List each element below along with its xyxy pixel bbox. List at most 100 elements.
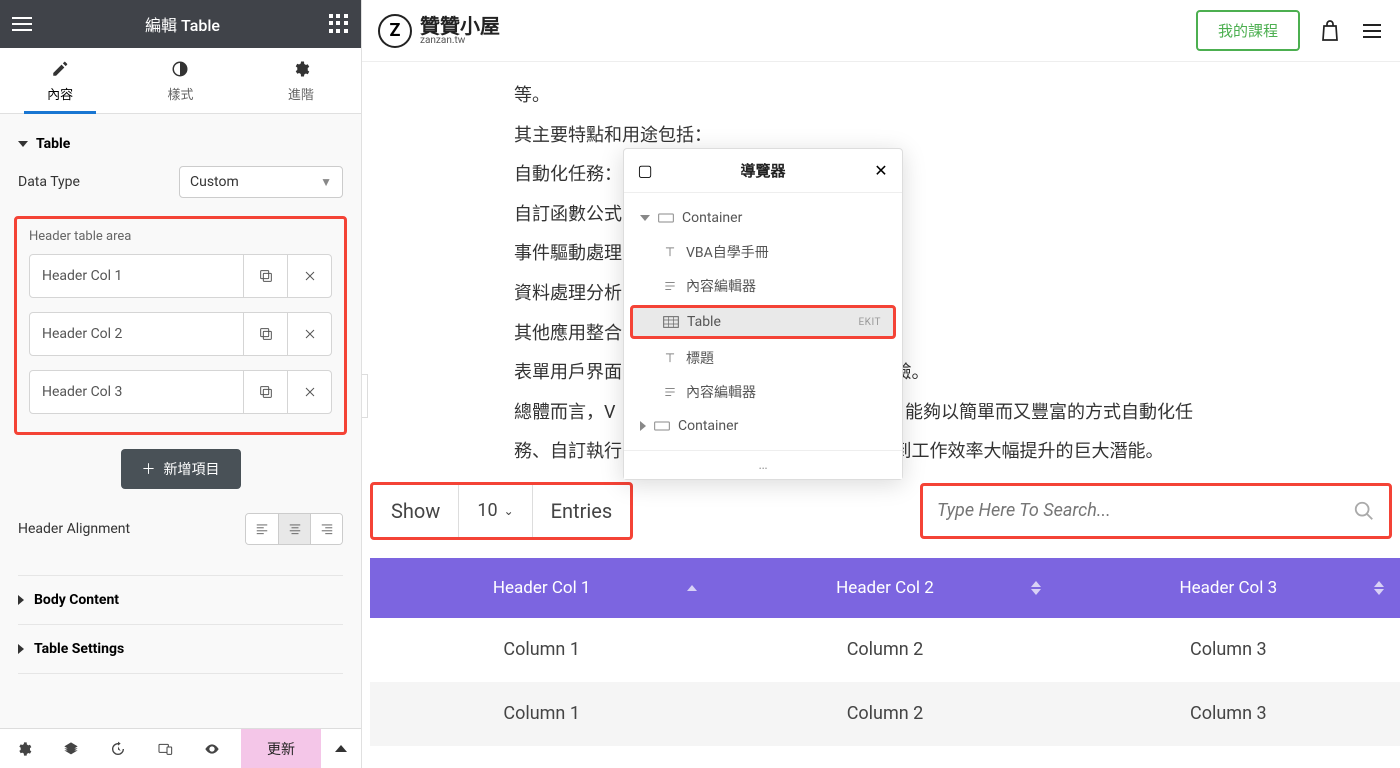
brand[interactable]: Z 贊贊小屋 zanzan.tw <box>378 14 500 48</box>
table-cell: Column 1 <box>370 618 713 682</box>
menu-icon[interactable] <box>1360 19 1384 43</box>
collapse-panel-button[interactable]: ‹ <box>362 374 368 418</box>
navigator-item[interactable]: Container <box>624 409 902 443</box>
section-table-header[interactable]: Table <box>18 126 343 166</box>
table-cell: Column 3 <box>1057 618 1400 682</box>
sidebar-header: 編輯 Table <box>0 0 361 48</box>
data-table: Header Col 1 Header Col 2 Header Col 3 C… <box>370 558 1400 746</box>
table-search <box>920 483 1392 539</box>
table-cell: Column 1 <box>370 682 713 746</box>
entries-select[interactable]: 10 ⌄ <box>459 485 532 537</box>
navigator-item[interactable]: 內容編輯器 <box>624 269 902 303</box>
tab-content[interactable]: 內容 <box>0 48 120 113</box>
navigator-drag-handle[interactable]: … <box>624 450 902 479</box>
settings-button[interactable] <box>0 729 47 768</box>
update-button[interactable]: 更新 <box>241 729 321 768</box>
collapse-icon[interactable]: ▢ <box>636 162 654 180</box>
tab-style[interactable]: 樣式 <box>120 48 240 113</box>
table-cell: Column 3 <box>1057 682 1400 746</box>
tab-advanced[interactable]: 進階 <box>241 48 361 113</box>
chevron-down-icon <box>18 141 28 147</box>
align-right-button[interactable] <box>310 514 342 544</box>
sort-icon <box>1374 581 1384 595</box>
navigator-tree: Container VBA自學手冊 內容編輯器 Table EKIT 標題 <box>624 193 902 479</box>
add-item-button[interactable]: ＋ 新增項目 <box>121 449 241 489</box>
chevron-down-icon <box>640 215 650 221</box>
chevron-right-icon <box>18 595 24 605</box>
gear-icon <box>292 60 310 78</box>
data-type-label: Data Type <box>18 174 80 190</box>
my-courses-button[interactable]: 我的課程 <box>1196 10 1300 51</box>
table-header-cell[interactable]: Header Col 1 <box>370 558 713 618</box>
expand-options-button[interactable] <box>321 729 361 768</box>
table-header-cell[interactable]: Header Col 2 <box>713 558 1056 618</box>
align-right-icon <box>320 522 334 536</box>
chevron-right-icon <box>640 421 646 431</box>
devices-icon <box>157 741 173 757</box>
apps-icon[interactable] <box>329 14 349 34</box>
editor-tabs: 內容 樣式 進階 <box>0 48 361 114</box>
editor-sidebar: 編輯 Table 內容 樣式 進階 Table Data Type Custom… <box>0 0 362 768</box>
duplicate-button[interactable] <box>243 255 287 297</box>
align-button-group <box>245 513 343 545</box>
navigator-panel: ▢ 導覽器 ✕ Container VBA自學手冊 內容編輯器 Table EK… <box>623 148 903 480</box>
text-icon <box>662 245 678 259</box>
table-header-cell[interactable]: Header Col 3 <box>1057 558 1400 618</box>
show-label: Show <box>373 485 459 537</box>
table-row: Column 1 Column 2 Column 3 <box>370 618 1400 682</box>
hamburger-icon[interactable] <box>12 12 36 36</box>
align-left-button[interactable] <box>246 514 278 544</box>
section-body-content[interactable]: Body Content <box>18 575 343 624</box>
copy-icon <box>258 326 274 342</box>
responsive-button[interactable] <box>141 729 188 768</box>
align-center-button[interactable] <box>278 514 310 544</box>
navigator-item[interactable]: Container <box>624 201 902 235</box>
delete-button[interactable] <box>287 255 331 297</box>
chevron-up-icon <box>335 745 347 752</box>
brand-logo: Z <box>378 14 412 48</box>
close-icon <box>302 268 318 284</box>
duplicate-button[interactable] <box>243 371 287 413</box>
table-icon <box>663 315 679 329</box>
close-icon <box>302 326 318 342</box>
navigator-item-selected[interactable]: Table EKIT <box>630 305 896 339</box>
navigator-item[interactable]: 標題 <box>624 341 902 375</box>
header-alignment-row: Header Alignment <box>18 513 343 545</box>
container-icon <box>654 419 670 433</box>
panel-title: 編輯 Table <box>145 12 220 36</box>
history-icon <box>110 741 126 757</box>
history-button[interactable] <box>94 729 141 768</box>
search-icon[interactable] <box>1353 500 1375 522</box>
pencil-icon <box>51 60 69 78</box>
data-type-select[interactable]: Custom ▼ <box>179 166 343 198</box>
canvas: ‹ Z 贊贊小屋 zanzan.tw 我的課程 等。 其主要特點和用途包括： 自… <box>362 0 1400 768</box>
delete-button[interactable] <box>287 313 331 355</box>
sort-icon <box>687 585 697 591</box>
table-row: Column 1 Column 2 Column 3 <box>370 682 1400 746</box>
header-area-label: Header table area <box>29 229 332 244</box>
duplicate-button[interactable] <box>243 313 287 355</box>
header-col-row[interactable]: Header Col 1 <box>29 254 332 298</box>
navigator-item[interactable]: 內容編輯器 <box>624 375 902 409</box>
delete-button[interactable] <box>287 371 331 413</box>
header-col-row[interactable]: Header Col 2 <box>29 312 332 356</box>
close-icon[interactable]: ✕ <box>872 162 890 180</box>
eye-icon <box>204 741 220 757</box>
sidebar-footer: 更新 <box>0 728 361 768</box>
search-input[interactable] <box>937 500 1353 521</box>
align-center-icon <box>288 522 302 536</box>
navigator-item[interactable]: VBA自學手冊 <box>624 235 902 269</box>
preview-button[interactable] <box>188 729 235 768</box>
layers-button[interactable] <box>47 729 94 768</box>
data-type-row: Data Type Custom ▼ <box>18 166 343 198</box>
header-col-row[interactable]: Header Col 3 <box>29 370 332 414</box>
header-table-area: Header table area Header Col 1 Header Co… <box>14 216 347 435</box>
editor-icon <box>662 385 678 399</box>
sort-icon <box>1031 581 1041 595</box>
chevron-down-icon: ⌄ <box>504 504 514 518</box>
chevron-right-icon <box>18 644 24 654</box>
layers-icon <box>63 741 79 757</box>
section-table-settings[interactable]: Table Settings <box>18 624 343 674</box>
bag-icon[interactable] <box>1318 19 1342 43</box>
navigator-header: ▢ 導覽器 ✕ <box>624 149 902 193</box>
